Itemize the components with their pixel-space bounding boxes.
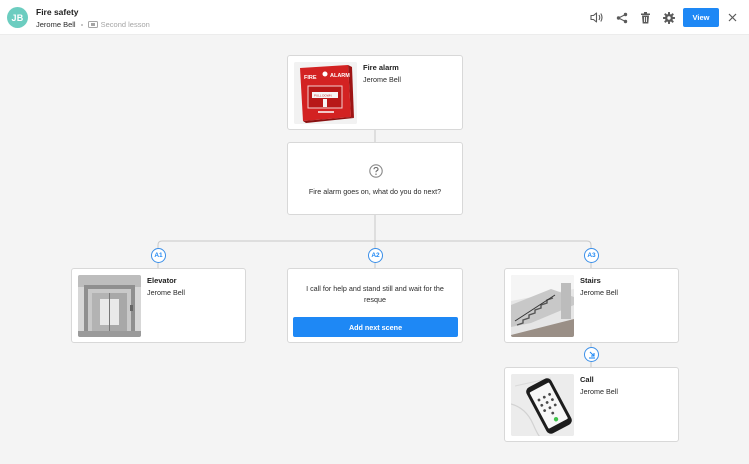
- svg-text:ALARM: ALARM: [330, 73, 350, 79]
- elevator-thumbnail: [78, 275, 141, 337]
- video-icon: [87, 21, 98, 28]
- svg-text:PULL DOWN: PULL DOWN: [314, 94, 332, 98]
- scene-card-elevator[interactable]: Elevator Jerome Bell: [71, 268, 246, 343]
- answer-text: I call for help and stand still and wait…: [306, 284, 444, 304]
- phone-thumbnail: [511, 374, 574, 436]
- scene-author: Jerome Bell: [363, 75, 401, 84]
- scene-author: Jerome Bell: [580, 387, 618, 396]
- answer-badge-a1[interactable]: A1: [151, 248, 166, 263]
- next-scene-link-icon[interactable]: [584, 347, 599, 362]
- answer-badge-a3[interactable]: A3: [584, 248, 599, 263]
- scene-author: Jerome Bell: [580, 288, 618, 297]
- page-title: Fire safety: [36, 7, 79, 17]
- question-icon: [369, 164, 383, 178]
- scene-title: Call: [580, 375, 594, 384]
- separator-dot: [80, 23, 83, 26]
- lesson-meta: Jerome Bell Second lesson: [36, 20, 150, 29]
- add-next-scene-button[interactable]: Add next scene: [293, 317, 458, 337]
- close-icon[interactable]: [726, 11, 739, 24]
- top-bar: JB Fire safety Jerome Bell Second lesson…: [0, 0, 749, 35]
- answer-badge-a2[interactable]: A2: [368, 248, 383, 263]
- scene-title: Fire alarm: [363, 63, 399, 72]
- trash-icon[interactable]: [639, 11, 652, 24]
- scene-author: Jerome Bell: [147, 288, 185, 297]
- scene-card-call[interactable]: Call Jerome Bell: [504, 367, 679, 442]
- gear-icon[interactable]: [662, 11, 675, 24]
- share-icon[interactable]: [615, 11, 628, 24]
- fire-alarm-thumbnail: FIRE ALARM PULL DOWN: [294, 62, 357, 124]
- question-text: Fire alarm goes on, what do you do next?: [308, 187, 442, 196]
- scene-card-fire-alarm[interactable]: FIRE ALARM PULL DOWN Fire alarm Jerome B…: [287, 55, 463, 130]
- lesson-name[interactable]: Second lesson: [101, 20, 150, 29]
- author-name: Jerome Bell: [36, 20, 76, 29]
- scene-title: Stairs: [580, 276, 601, 285]
- avatar[interactable]: JB: [7, 7, 28, 28]
- stairs-thumbnail: [511, 275, 574, 337]
- answer-card-text[interactable]: I call for help and stand still and wait…: [287, 268, 463, 343]
- scene-card-stairs[interactable]: Stairs Jerome Bell: [504, 268, 679, 343]
- question-card[interactable]: Fire alarm goes on, what do you do next?: [287, 142, 463, 215]
- svg-text:FIRE: FIRE: [304, 75, 317, 81]
- audio-icon[interactable]: [590, 11, 603, 24]
- scene-title: Elevator: [147, 276, 177, 285]
- view-button[interactable]: View: [683, 8, 719, 27]
